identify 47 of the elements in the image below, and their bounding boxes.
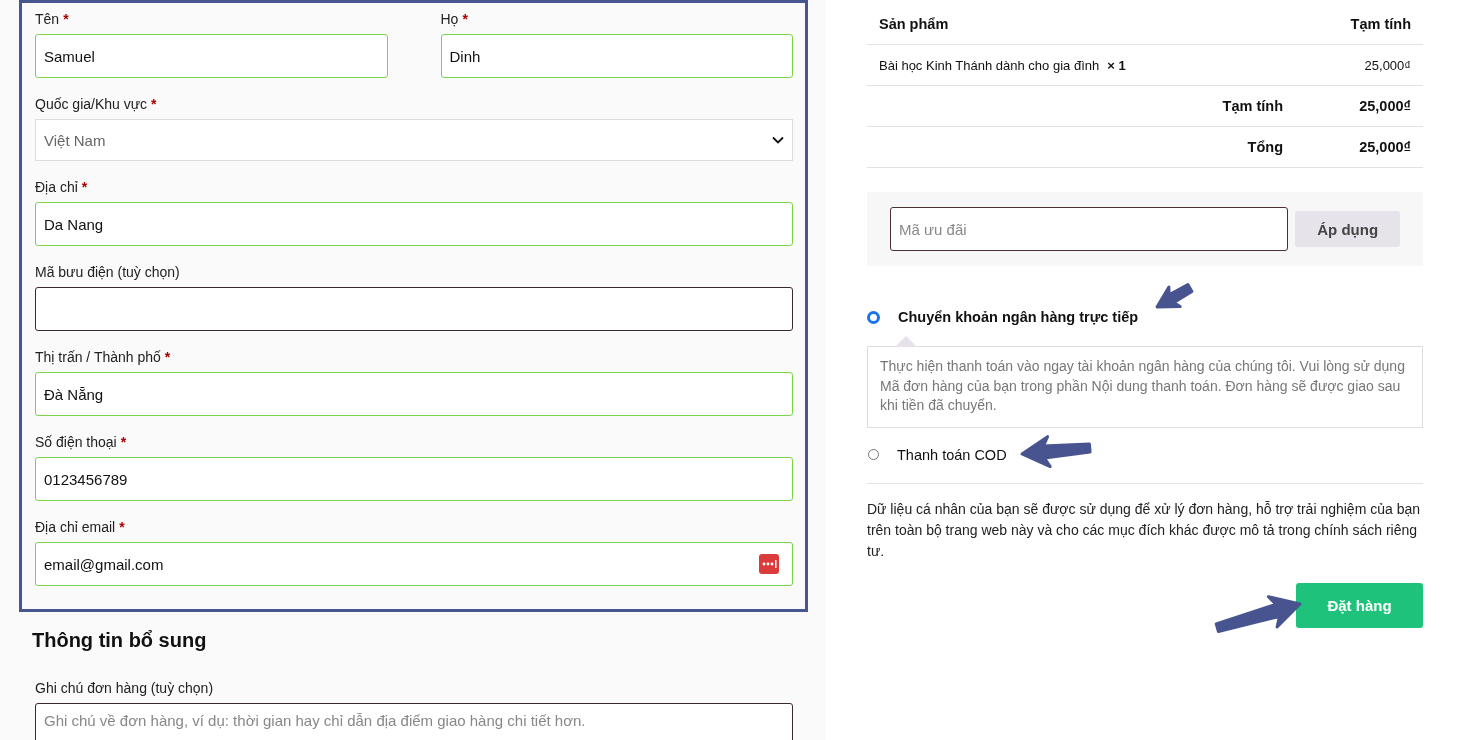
field-label: Địa chỉ [35,179,78,195]
radio-button[interactable] [868,449,879,460]
field-label: Số điện thoại [35,434,117,450]
product-quantity: × 1 [1107,57,1126,73]
text-field[interactable]: Samuel [35,34,388,78]
product-price: 25,000₫ [1364,57,1411,73]
required-mark: * [151,96,157,112]
chevron-down-icon [772,136,784,144]
text-field[interactable]: 0123456789 [35,457,793,501]
payment-method-label[interactable]: Thanh toán COD [897,446,1007,463]
annotation-arrow [1155,283,1194,309]
field-label: Quốc gia/Khu vực [35,96,148,112]
field-label: Mã bưu điện (tuỳ chọn) [35,264,180,280]
text-field[interactable]: Đà Nẵng [35,372,793,416]
field-label: Thị trấn / Thành phố [35,349,161,365]
privacy-text: Dữ liệu cá nhân của bạn sẽ được sử dụng để xử lý đơn hàng, hỗ trợ trải nghiệm của bạn trên toàn bộ trang web này và cho các mục đích khác được mô tả trong chính sách riêng tư. [867,499,1421,561]
password-manager-icon [759,554,779,574]
required-mark: * [164,349,171,365]
field-label: Địa chỉ email [35,519,116,535]
column-header: Tạm tính [1350,16,1411,32]
apply-coupon-button[interactable]: Áp dụng [1295,211,1400,247]
required-mark: * [119,519,125,535]
coupon-field[interactable]: Mã ưu đãi [890,207,1289,251]
required-mark: * [120,434,127,450]
total-label: Tạm tính [1222,98,1283,114]
text-field[interactable] [35,287,793,331]
total-value: 25,000₫ [1358,98,1411,114]
field-label: Ghi chú đơn hàng (tuỳ chọn) [35,680,214,696]
total-value: 25,000₫ [1358,139,1411,155]
order-notes-field[interactable]: Ghi chú về đơn hàng, ví dụ: thời gian hay chỉ dẫn địa điểm giao hàng chi tiết hơn. [35,703,793,740]
section-heading: Thông tin bổ sung [32,628,208,653]
field-label: Tên [35,11,60,27]
product-name: Bài học Kinh Thánh dành cho gia đình [879,57,1100,73]
description-text: Thực hiện thanh toán vào ngay tài khoản ngân hàng của chúng tôi. Vui lòng sử dụng Mã đơn hàng của bạn trong phần Nội dung thanh toán. Đơn hàng sẽ được giao sau khi tiền đã chuyển. [880,358,1405,413]
required-mark: * [81,179,88,195]
required-mark: * [462,11,468,27]
email-field[interactable]: email@gmail.com [35,542,793,586]
country-select[interactable]: Việt Nam [35,119,793,161]
radio-button[interactable] [867,310,880,324]
total-label: Tổng [1247,139,1283,155]
column-header: Sản phẩm [879,16,949,32]
field-label: Họ [440,11,459,27]
annotation-arrow [1020,435,1092,469]
text-field[interactable]: Da Nang [35,202,793,246]
payment-method-label[interactable]: Chuyển khoản ngân hàng trực tiếp [898,309,1139,325]
text-field[interactable]: Dinh [440,34,793,78]
required-mark: * [63,11,69,27]
